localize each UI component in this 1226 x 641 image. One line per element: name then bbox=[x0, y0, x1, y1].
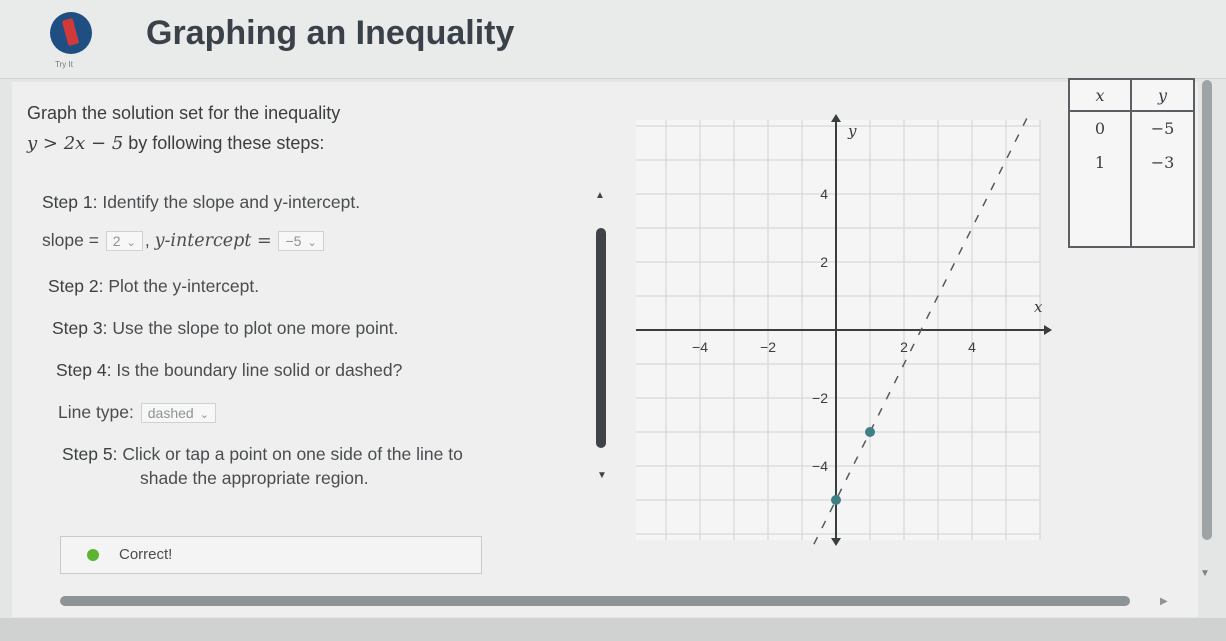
status-message: Correct! bbox=[60, 536, 482, 574]
y-axis-arrow-icon bbox=[831, 114, 841, 122]
table-cell[interactable] bbox=[1129, 178, 1194, 213]
footer-strip bbox=[0, 618, 1226, 641]
slope-dropdown[interactable]: 2 ⌄ bbox=[105, 231, 143, 252]
status-text: Correct! bbox=[119, 546, 173, 563]
slope-label: slope = bbox=[42, 230, 99, 250]
x-tick-label: 2 bbox=[900, 339, 908, 355]
check-icon bbox=[87, 549, 99, 561]
chevron-down-icon: ⌄ bbox=[126, 237, 136, 250]
prompt-line2: y > 2x − 5 by following these steps: bbox=[27, 128, 340, 159]
step-3: Step 3: Use the slope to plot one more p… bbox=[52, 318, 398, 339]
table-cell[interactable] bbox=[1069, 212, 1131, 247]
line-type-value: dashed bbox=[147, 405, 194, 422]
y-tick-label: 2 bbox=[820, 254, 828, 270]
x-tick-label: −4 bbox=[692, 339, 708, 355]
y-tick-label: −2 bbox=[812, 390, 828, 406]
table-row bbox=[1069, 212, 1194, 247]
table-row bbox=[1069, 178, 1194, 213]
xy-table: x y 0 −5 1 −3 bbox=[1068, 78, 1195, 248]
pencil-logo-icon bbox=[50, 12, 92, 54]
scroll-right-arrow-icon[interactable]: ▶ bbox=[1160, 596, 1168, 607]
slope-value: 2 bbox=[112, 233, 121, 250]
chevron-down-icon: ⌄ bbox=[307, 237, 317, 250]
page-title: Graphing an Inequality bbox=[146, 14, 515, 52]
y-intercept-value: −5 bbox=[285, 233, 302, 250]
step-2-label: Step 2: bbox=[48, 276, 104, 296]
step-5: Step 5: Click or tap a point on one side… bbox=[62, 444, 463, 465]
step-3-label: Step 3: bbox=[52, 318, 108, 338]
data-point[interactable] bbox=[865, 427, 875, 437]
line-type-label: Line type: bbox=[58, 402, 134, 422]
y-tick-label: −4 bbox=[812, 458, 828, 474]
table-header-row: x y bbox=[1069, 79, 1194, 112]
step-1: Step 1: Identify the slope and y-interce… bbox=[42, 192, 360, 213]
steps-scrollbar[interactable] bbox=[596, 228, 606, 448]
scroll-down-arrow-icon[interactable]: ▼ bbox=[1200, 568, 1210, 579]
slope-row: slope = 2 ⌄, y-intercept = −5 ⌄ bbox=[42, 230, 326, 252]
coordinate-graph[interactable]: x y −4 −2 2 4 4 2 −2 −4 bbox=[636, 80, 1056, 570]
horizontal-scrollbar[interactable] bbox=[60, 596, 1130, 606]
y-intercept-label: y-intercept = bbox=[154, 231, 272, 251]
scroll-up-arrow-icon[interactable]: ▲ bbox=[595, 190, 605, 201]
table-row: 0 −5 bbox=[1069, 111, 1194, 146]
header: Try It Graphing an Inequality bbox=[0, 0, 1226, 79]
table-header-y: y bbox=[1129, 79, 1194, 112]
x-axis-arrow-icon bbox=[1044, 325, 1052, 335]
table-row: 1 −3 bbox=[1069, 145, 1194, 179]
x-tick-label: 4 bbox=[968, 339, 976, 355]
line-type-row: Line type: dashed ⌄ bbox=[58, 402, 218, 424]
step-1-text: Identify the slope and y-intercept. bbox=[97, 192, 361, 212]
step-2-text: Plot the y-intercept. bbox=[103, 276, 260, 296]
table-cell[interactable] bbox=[1129, 212, 1194, 247]
y-axis-arrow-down-icon bbox=[831, 538, 841, 546]
step-4-text: Is the boundary line solid or dashed? bbox=[111, 360, 403, 380]
problem-prompt: Graph the solution set for the inequalit… bbox=[27, 98, 340, 159]
prompt-line1: Graph the solution set for the inequalit… bbox=[27, 103, 341, 123]
page-scrollbar[interactable] bbox=[1202, 80, 1212, 540]
logo-caption: Try It bbox=[55, 60, 73, 69]
y-axis-label: y bbox=[847, 122, 857, 140]
table-cell[interactable]: −5 bbox=[1129, 111, 1194, 146]
inequality: y > 2x − 5 bbox=[27, 133, 124, 154]
line-type-dropdown[interactable]: dashed ⌄ bbox=[140, 403, 216, 424]
y-intercept-dropdown[interactable]: −5 ⌄ bbox=[278, 231, 324, 252]
x-axis-label: x bbox=[1034, 298, 1043, 316]
slope-separator: , bbox=[144, 230, 150, 250]
chevron-down-icon: ⌄ bbox=[199, 409, 209, 422]
data-point[interactable] bbox=[831, 495, 841, 505]
step-5-label: Step 5: bbox=[62, 444, 118, 464]
step-4: Step 4: Is the boundary line solid or da… bbox=[56, 360, 402, 381]
step-4-label: Step 4: bbox=[56, 360, 112, 380]
table-cell[interactable]: 0 bbox=[1069, 111, 1131, 146]
y-tick-label: 4 bbox=[820, 186, 828, 202]
x-tick-label: −2 bbox=[760, 339, 776, 355]
step-2: Step 2: Plot the y-intercept. bbox=[48, 276, 259, 297]
table-cell[interactable]: 1 bbox=[1069, 146, 1131, 179]
step-5-text: Click or tap a point on one side of the … bbox=[117, 444, 463, 464]
prompt-line2-suffix: by following these steps: bbox=[123, 133, 325, 153]
table-header-x: x bbox=[1069, 79, 1131, 112]
step-1-label: Step 1: bbox=[42, 192, 98, 212]
table-cell[interactable]: −3 bbox=[1129, 145, 1194, 179]
step-5-text-line2: shade the appropriate region. bbox=[140, 468, 369, 488]
table-cell[interactable] bbox=[1069, 179, 1131, 212]
step-3-text: Use the slope to plot one more point. bbox=[107, 318, 399, 338]
scroll-down-arrow-icon[interactable]: ▼ bbox=[597, 470, 607, 481]
